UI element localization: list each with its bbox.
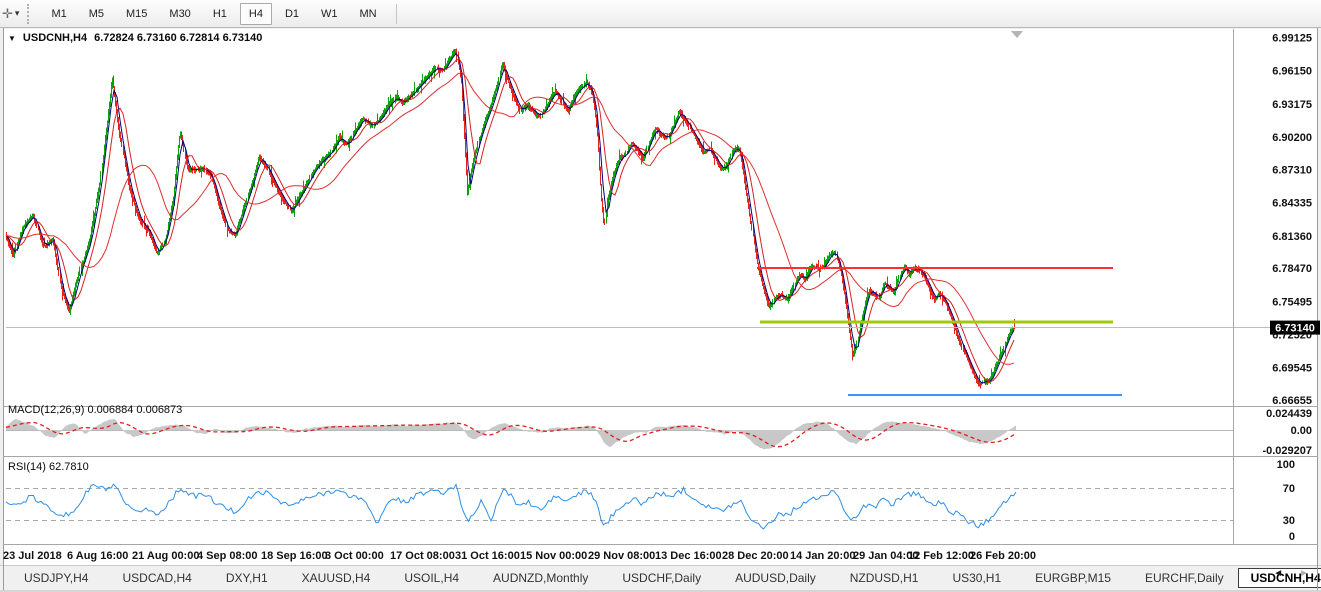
- price-axis-label: 6.90200: [1272, 132, 1312, 144]
- price-axis-label: 6.69545: [1272, 363, 1312, 375]
- date-axis-label: 21 Aug 00:00: [132, 550, 199, 562]
- date-axis-label: 23 Jul 2018: [3, 550, 62, 562]
- rsi-axis-label: 100: [1277, 459, 1295, 471]
- chart-ohlc-values: 6.72824 6.73160 6.72814 6.73140: [94, 32, 262, 44]
- macd-axis-label: 0.024439: [1266, 408, 1312, 420]
- price-axis-label: 6.81360: [1272, 231, 1312, 243]
- date-axis-label: 4 Sep 08:00: [197, 550, 258, 562]
- tab-scroll-left-icon[interactable]: ◄: [1273, 568, 1283, 579]
- date-axis-label: 18 Sep 16:00: [261, 550, 328, 562]
- price-axis-label: 6.99125: [1272, 33, 1312, 45]
- price-axis-label: 6.78470: [1272, 263, 1312, 275]
- date-axis-label: 29 Nov 08:00: [588, 550, 655, 562]
- chart-symbol-label: USDCNH,H4: [23, 32, 87, 44]
- date-axis-label: 26 Feb 20:00: [970, 550, 1036, 562]
- date-axis-label: 3 Oct 00:00: [325, 550, 384, 562]
- rsi-axis-label: 70: [1283, 483, 1295, 495]
- collapse-indicators-icon[interactable]: ▼: [8, 34, 16, 43]
- date-axis-label: 31 Oct 16:00: [455, 550, 520, 562]
- mt4-window: { "toolbar": { "timeframes": ["M1","M5",…: [0, 0, 1321, 592]
- price-axis-label: 6.66655: [1272, 395, 1312, 407]
- date-axis-label: 12 Feb 12:00: [908, 550, 974, 562]
- chart-canvas[interactable]: 6.731406.991256.961506.931756.902006.873…: [0, 0, 1321, 592]
- date-axis-label: 17 Oct 08:00: [390, 550, 455, 562]
- price-axis-label: 6.75495: [1272, 296, 1312, 308]
- macd-indicator-label: MACD(12,26,9) 0.006884 0.006873: [8, 404, 182, 416]
- rsi-axis-label: 0: [1289, 531, 1295, 543]
- tab-scroll-right-icon[interactable]: ►: [1299, 568, 1309, 579]
- macd-axis-label: 0.00: [1291, 425, 1312, 437]
- price-axis-label: 6.96150: [1272, 66, 1312, 78]
- price-axis-label: 6.93175: [1272, 99, 1312, 111]
- rsi-axis-label: 30: [1283, 515, 1295, 527]
- rsi-indicator-label: RSI(14) 62.7810: [8, 461, 89, 473]
- date-axis-label: 6 Aug 16:00: [67, 550, 128, 562]
- price-axis-label: 6.72520: [1272, 330, 1312, 342]
- date-axis-label: 15 Nov 00:00: [520, 550, 587, 562]
- tab-scroll-arrows: ◄ ►: [1273, 568, 1309, 579]
- macd-axis-label: -0.029207: [1262, 445, 1312, 457]
- price-axis-label: 6.87310: [1272, 164, 1312, 176]
- price-axis-label: 6.84335: [1272, 198, 1312, 210]
- date-axis-label: 13 Dec 16:00: [655, 550, 722, 562]
- chart-title: ▼ USDCNH,H4 6.72824 6.73160 6.72814 6.73…: [8, 32, 262, 44]
- date-axis-label: 14 Jan 20:00: [790, 550, 855, 562]
- date-axis-label: 28 Dec 20:00: [722, 550, 789, 562]
